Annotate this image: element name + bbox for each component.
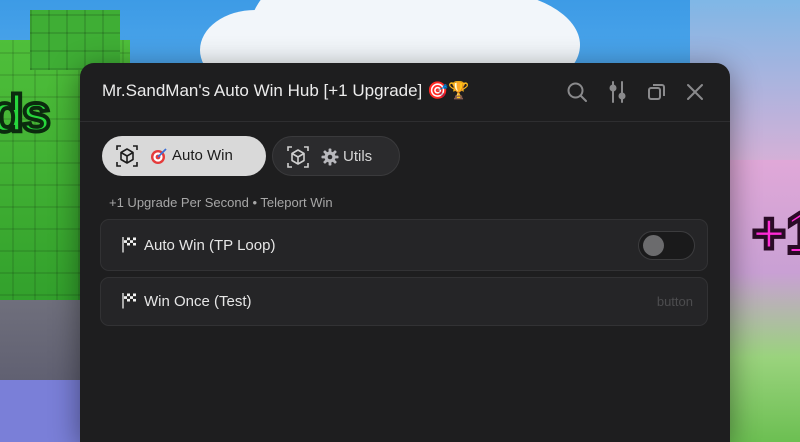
close-icon[interactable] — [684, 81, 706, 103]
background-floor — [0, 380, 90, 442]
copy-icon[interactable] — [646, 81, 668, 103]
background-plus-one-text: +1 — [750, 199, 800, 268]
hub-window: Mr.SandMan's Auto Win Hub [+1 Upgrade] 🎯… — [80, 63, 730, 442]
gear-icon — [321, 148, 339, 166]
background-block-tree-top — [30, 10, 120, 70]
checkered-flag-icon — [121, 236, 138, 253]
window-title-text: Mr.SandMan's Auto Win Hub [+1 Upgrade] — [102, 81, 423, 100]
auto-win-toggle[interactable] — [638, 231, 695, 260]
window-title: Mr.SandMan's Auto Win Hub [+1 Upgrade] 🎯… — [102, 81, 469, 101]
toggle-knob — [643, 235, 664, 256]
tab-auto-win-label: Auto Win — [172, 147, 233, 164]
search-icon[interactable] — [566, 81, 588, 103]
button-type-hint: button — [656, 294, 693, 309]
win-once-button-label: Win Once (Test) — [144, 293, 252, 310]
background-sign-text: ds — [0, 83, 53, 145]
auto-win-toggle-row[interactable]: Auto Win (TP Loop) — [100, 219, 708, 271]
section-label: +1 Upgrade Per Second • Teleport Win — [109, 195, 333, 210]
auto-win-toggle-label: Auto Win (TP Loop) — [144, 237, 276, 254]
target-trophy-icon: 🎯🏆 — [427, 81, 470, 101]
title-bar[interactable]: Mr.SandMan's Auto Win Hub [+1 Upgrade] 🎯… — [80, 63, 730, 122]
checkered-flag-icon — [121, 292, 138, 309]
cube-icon — [287, 146, 309, 168]
cube-icon — [116, 145, 138, 167]
sliders-icon[interactable] — [607, 81, 629, 103]
tab-utils[interactable]: Utils — [272, 136, 400, 176]
tab-utils-label: Utils — [343, 148, 373, 165]
win-once-button-row[interactable]: Win Once (Test) button — [100, 277, 708, 326]
target-icon — [150, 147, 168, 165]
tab-auto-win[interactable]: Auto Win — [102, 136, 266, 176]
